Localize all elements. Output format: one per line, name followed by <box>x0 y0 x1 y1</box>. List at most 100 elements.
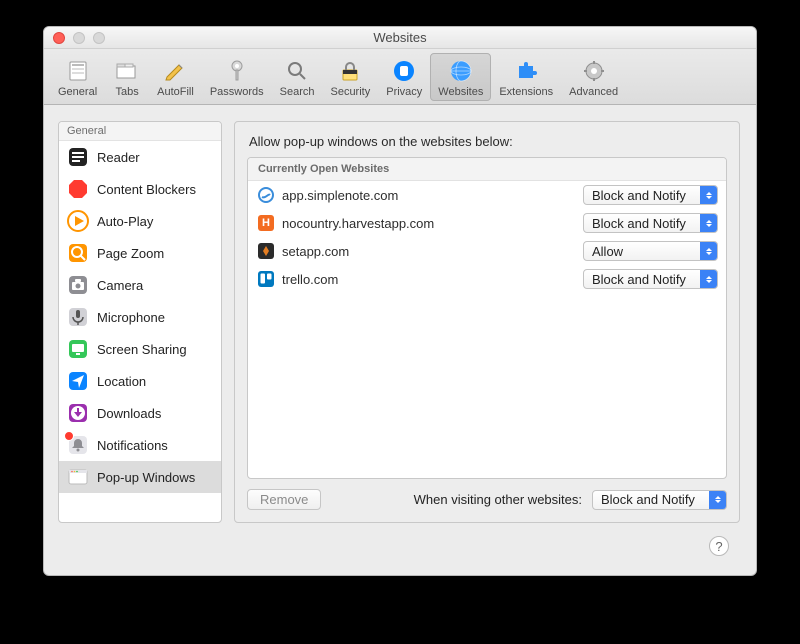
content-area: General Reader Content Blockers Auto-Pla… <box>44 105 756 539</box>
sidebar-list: Reader Content Blockers Auto-Play Page Z… <box>59 141 221 522</box>
microphone-icon <box>67 306 89 328</box>
favicon-simplenote <box>258 187 274 203</box>
sidebar-item-reader[interactable]: Reader <box>59 141 221 173</box>
chevron-updown-icon <box>700 270 717 288</box>
tab-websites[interactable]: Websites <box>430 53 491 101</box>
globe-icon <box>447 57 475 85</box>
tab-label: Extensions <box>499 86 553 98</box>
site-policy-select[interactable]: Allow <box>583 241 718 261</box>
site-row[interactable]: setapp.com Allow <box>248 237 726 265</box>
sidebar-item-label: Page Zoom <box>97 246 164 261</box>
sidebar-item-label: Auto-Play <box>97 214 153 229</box>
titlebar: Websites <box>44 27 756 49</box>
minimize-window-button[interactable] <box>73 32 85 44</box>
tab-label: Passwords <box>210 86 264 98</box>
sidebar-item-content-blockers[interactable]: Content Blockers <box>59 173 221 205</box>
sidebar-item-popup-windows[interactable]: Pop-up Windows <box>59 461 221 493</box>
site-policy-select[interactable]: Block and Notify <box>583 213 718 233</box>
sidebar-item-label: Content Blockers <box>97 182 196 197</box>
site-row[interactable]: trello.com Block and Notify <box>248 265 726 293</box>
downloads-icon <box>67 402 89 424</box>
tab-label: Privacy <box>386 86 422 98</box>
site-name: nocountry.harvestapp.com <box>282 216 575 231</box>
tab-label: Tabs <box>116 86 139 98</box>
site-row[interactable]: app.simplenote.com Block and Notify <box>248 181 726 209</box>
tab-label: Websites <box>438 86 483 98</box>
sidebar-item-label: Location <box>97 374 146 389</box>
help-button[interactable]: ? <box>709 536 729 556</box>
site-name: app.simplenote.com <box>282 188 575 203</box>
tab-label: AutoFill <box>157 86 194 98</box>
location-icon <box>67 370 89 392</box>
window-title: Websites <box>44 30 756 45</box>
tab-privacy[interactable]: Privacy <box>378 53 430 101</box>
sidebar-item-downloads[interactable]: Downloads <box>59 397 221 429</box>
sidebar-item-label: Notifications <box>97 438 168 453</box>
tab-label: Search <box>280 86 315 98</box>
sidebar-item-microphone[interactable]: Microphone <box>59 301 221 333</box>
site-row[interactable]: H nocountry.harvestapp.com Block and Not… <box>248 209 726 237</box>
tab-search[interactable]: Search <box>272 53 323 101</box>
reader-icon <box>67 146 89 168</box>
gear-icon <box>580 57 608 85</box>
site-policy-select[interactable]: Block and Notify <box>583 185 718 205</box>
tab-tabs[interactable]: Tabs <box>105 53 149 101</box>
puzzle-icon <box>512 57 540 85</box>
chevron-updown-icon <box>700 242 717 260</box>
tab-extensions[interactable]: Extensions <box>491 53 561 101</box>
sidebar-item-label: Screen Sharing <box>97 342 187 357</box>
tab-label: General <box>58 86 97 98</box>
search-icon <box>283 57 311 85</box>
badge-indicator <box>64 431 74 441</box>
sidebar-item-location[interactable]: Location <box>59 365 221 397</box>
close-window-button[interactable] <box>53 32 65 44</box>
tab-label: Security <box>330 86 370 98</box>
tab-general[interactable]: General <box>50 53 105 101</box>
other-websites-label: When visiting other websites: <box>414 492 582 507</box>
sidebar-item-label: Downloads <box>97 406 161 421</box>
sidebar-item-autoplay[interactable]: Auto-Play <box>59 205 221 237</box>
site-name: trello.com <box>282 272 575 287</box>
site-policy-select[interactable]: Block and Notify <box>583 269 718 289</box>
sidebar-item-label: Microphone <box>97 310 165 325</box>
tab-security[interactable]: Security <box>322 53 378 101</box>
sidebar-item-page-zoom[interactable]: Page Zoom <box>59 237 221 269</box>
tabs-icon <box>113 57 141 85</box>
zoom-window-button[interactable] <box>93 32 105 44</box>
tab-advanced[interactable]: Advanced <box>561 53 626 101</box>
play-icon <box>67 210 89 232</box>
toolbar: General Tabs AutoFill Passwords Search S… <box>44 49 756 105</box>
favicon-setapp <box>258 243 274 259</box>
sidebar-item-screen-sharing[interactable]: Screen Sharing <box>59 333 221 365</box>
notifications-icon <box>67 434 89 456</box>
lock-icon <box>336 57 364 85</box>
screen-sharing-icon <box>67 338 89 360</box>
sidebar-item-label: Pop-up Windows <box>97 470 195 485</box>
popup-icon <box>67 466 89 488</box>
site-list: app.simplenote.com Block and Notify H no… <box>248 181 726 478</box>
favicon-trello <box>258 271 274 287</box>
other-websites-select[interactable]: Block and Notify <box>592 490 727 510</box>
sidebar-item-notifications[interactable]: Notifications <box>59 429 221 461</box>
zoom-icon <box>67 242 89 264</box>
autofill-icon <box>161 57 189 85</box>
tab-passwords[interactable]: Passwords <box>202 53 272 101</box>
camera-icon <box>67 274 89 296</box>
chevron-updown-icon <box>709 491 726 509</box>
tab-autofill[interactable]: AutoFill <box>149 53 202 101</box>
chevron-updown-icon <box>700 214 717 232</box>
main-panel: Allow pop-up windows on the websites bel… <box>234 121 740 523</box>
window-footer <box>44 539 756 575</box>
privacy-icon <box>390 57 418 85</box>
sidebar-header: General <box>59 122 221 141</box>
remove-button[interactable]: Remove <box>247 489 321 510</box>
stop-icon <box>67 178 89 200</box>
sidebar-item-label: Reader <box>97 150 140 165</box>
favicon-harvest: H <box>258 215 274 231</box>
chevron-updown-icon <box>700 186 717 204</box>
key-icon <box>223 57 251 85</box>
preferences-window: Websites General Tabs AutoFill Passwords… <box>43 26 757 576</box>
sidebar-item-camera[interactable]: Camera <box>59 269 221 301</box>
sidebar: General Reader Content Blockers Auto-Pla… <box>58 121 222 523</box>
sidebar-item-label: Camera <box>97 278 143 293</box>
